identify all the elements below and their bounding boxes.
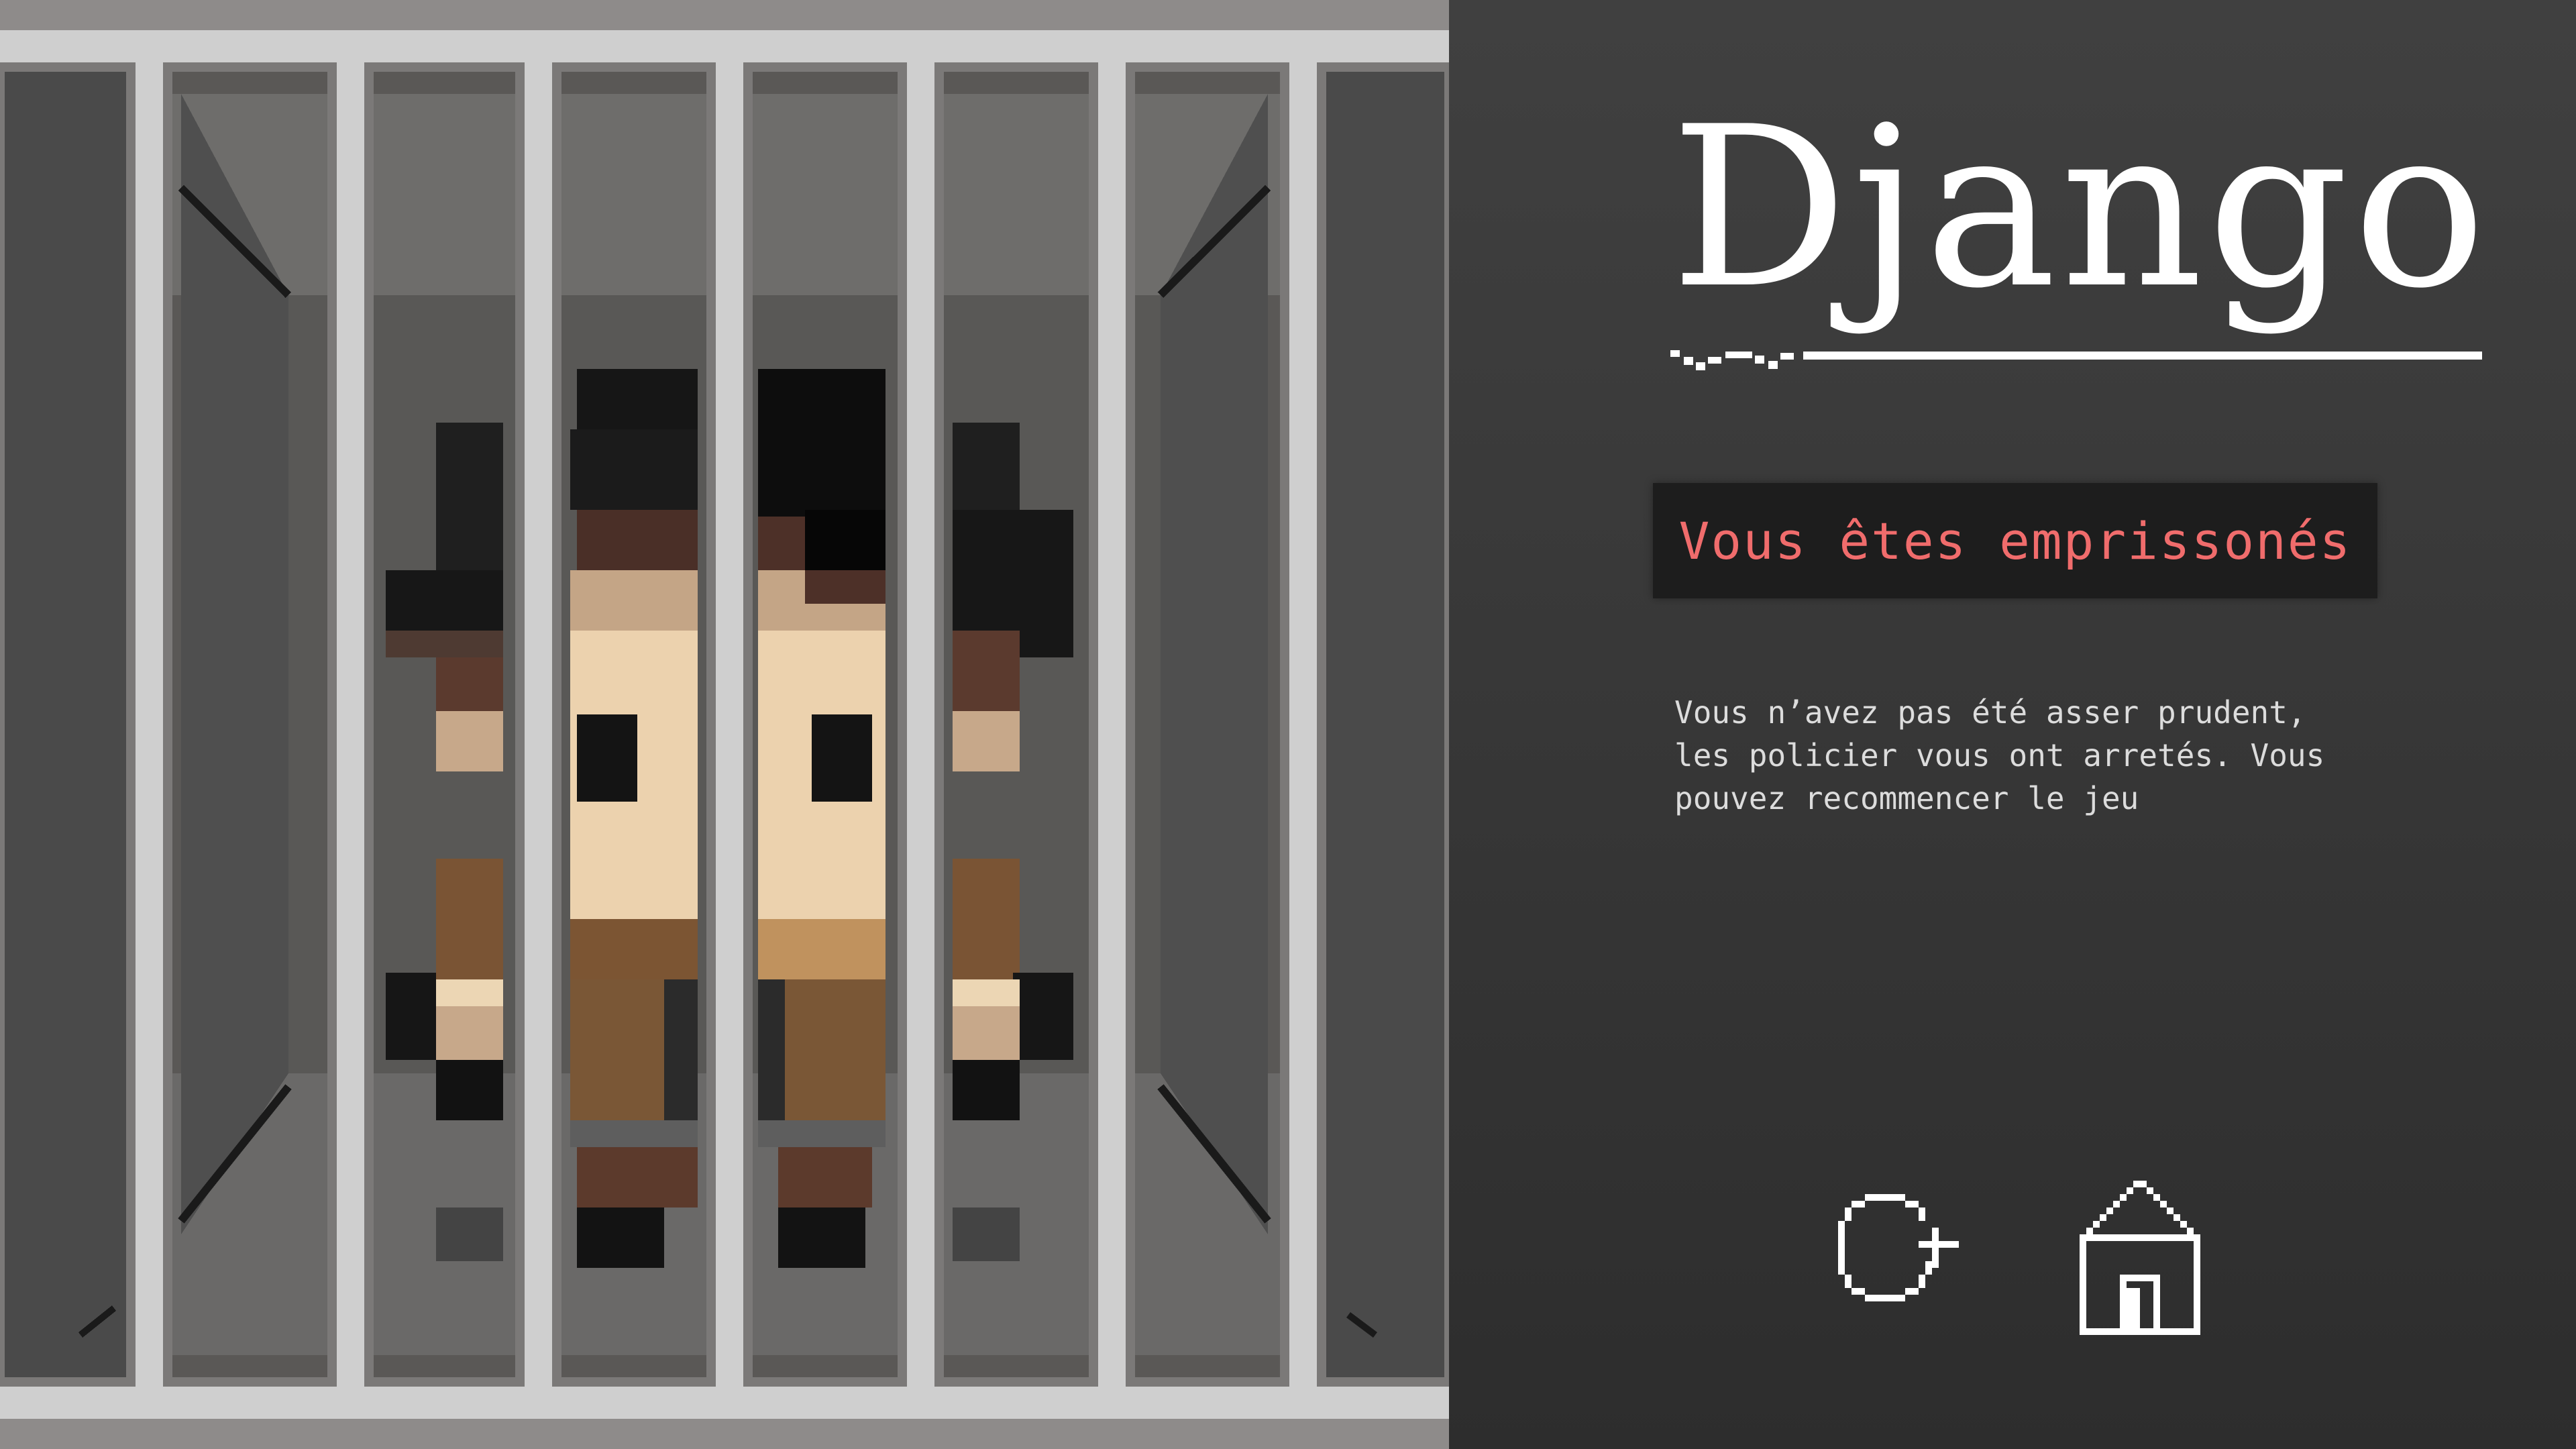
status-banner: Vous êtes emprissonés	[1653, 483, 2377, 598]
jail-scene-art	[0, 0, 1449, 1449]
restart-icon	[1838, 1194, 1959, 1301]
bottom-frame	[0, 1419, 1449, 1449]
prisoner-center-right	[758, 369, 885, 1268]
game-title: Django	[1670, 79, 2491, 337]
game-over-panel: Django Vous êtes emprissonés Vous n’avez…	[1449, 0, 2576, 1449]
home-icon	[2080, 1181, 2200, 1335]
top-frame	[0, 0, 1449, 30]
restart-button[interactable]	[1825, 1181, 1972, 1331]
top-rail	[0, 30, 1449, 67]
prisoner-center-left	[570, 369, 698, 1268]
game-over-message: Vous n’avez pas été asser prudent, les p…	[1674, 694, 2325, 816]
jail-scene	[0, 0, 1449, 1449]
status-banner-text: Vous êtes emprissonés	[1678, 511, 2352, 571]
bottom-rail	[0, 1382, 1449, 1419]
home-button[interactable]	[2059, 1181, 2220, 1344]
title-underline	[1670, 350, 2482, 370]
